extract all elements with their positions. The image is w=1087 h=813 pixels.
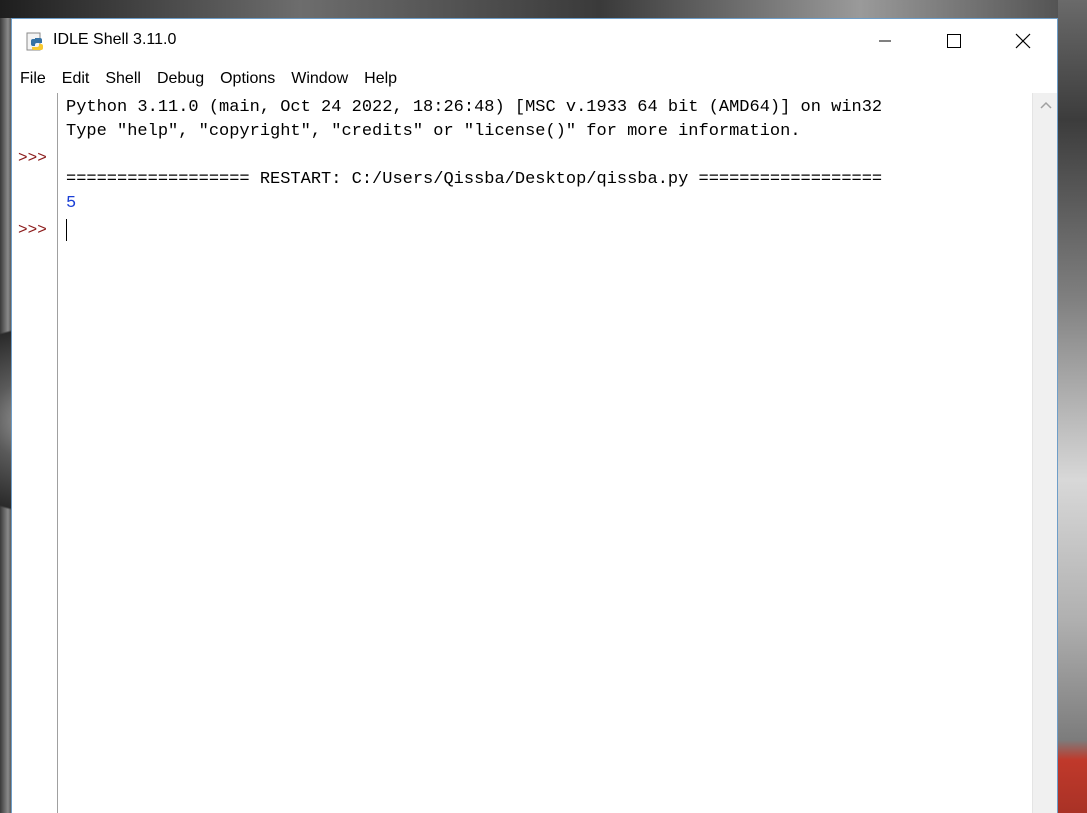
shell-prompt-active: >>> xyxy=(18,221,47,239)
menu-options[interactable]: Options xyxy=(212,63,283,93)
menu-bar: File Edit Shell Debug Options Window Hel… xyxy=(12,63,1057,93)
minimize-icon xyxy=(878,40,891,42)
python-idle-icon xyxy=(26,32,46,52)
text-cursor xyxy=(66,219,67,241)
maximize-icon xyxy=(946,34,961,48)
program-output: 5 xyxy=(66,194,77,213)
window-title: IDLE Shell 3.11.0 xyxy=(53,31,177,48)
chevron-up-icon xyxy=(1039,101,1052,109)
desktop-wallpaper-right xyxy=(1058,0,1087,813)
menu-window[interactable]: Window xyxy=(283,63,356,93)
vertical-scrollbar[interactable] xyxy=(1032,93,1057,813)
help-info-banner: Type "help", "copyright", "credits" or "… xyxy=(66,122,801,141)
prompt-gutter: >>> >>> xyxy=(12,93,58,813)
maximize-button[interactable] xyxy=(919,19,988,63)
minimize-button[interactable] xyxy=(850,19,919,63)
title-bar[interactable]: IDLE Shell 3.11.0 xyxy=(12,19,1057,63)
scroll-up-button[interactable] xyxy=(1033,93,1058,117)
menu-edit[interactable]: Edit xyxy=(54,63,98,93)
menu-help[interactable]: Help xyxy=(356,63,405,93)
desktop-wallpaper-top xyxy=(0,0,1087,18)
menu-shell[interactable]: Shell xyxy=(97,63,149,93)
menu-file[interactable]: File xyxy=(12,63,54,93)
close-button[interactable] xyxy=(988,19,1057,63)
restart-line: ================== RESTART: C:/Users/Qis… xyxy=(66,170,883,189)
shell-prompt: >>> xyxy=(18,149,47,167)
idle-shell-window: IDLE Shell 3.11.0 File Edit Shell Debug … xyxy=(11,18,1058,813)
python-version-banner: Python 3.11.0 (main, Oct 24 2022, 18:26:… xyxy=(66,98,883,117)
menu-debug[interactable]: Debug xyxy=(149,63,212,93)
shell-text-area[interactable]: Python 3.11.0 (main, Oct 24 2022, 18:26:… xyxy=(59,93,1032,813)
close-icon xyxy=(1015,33,1030,49)
